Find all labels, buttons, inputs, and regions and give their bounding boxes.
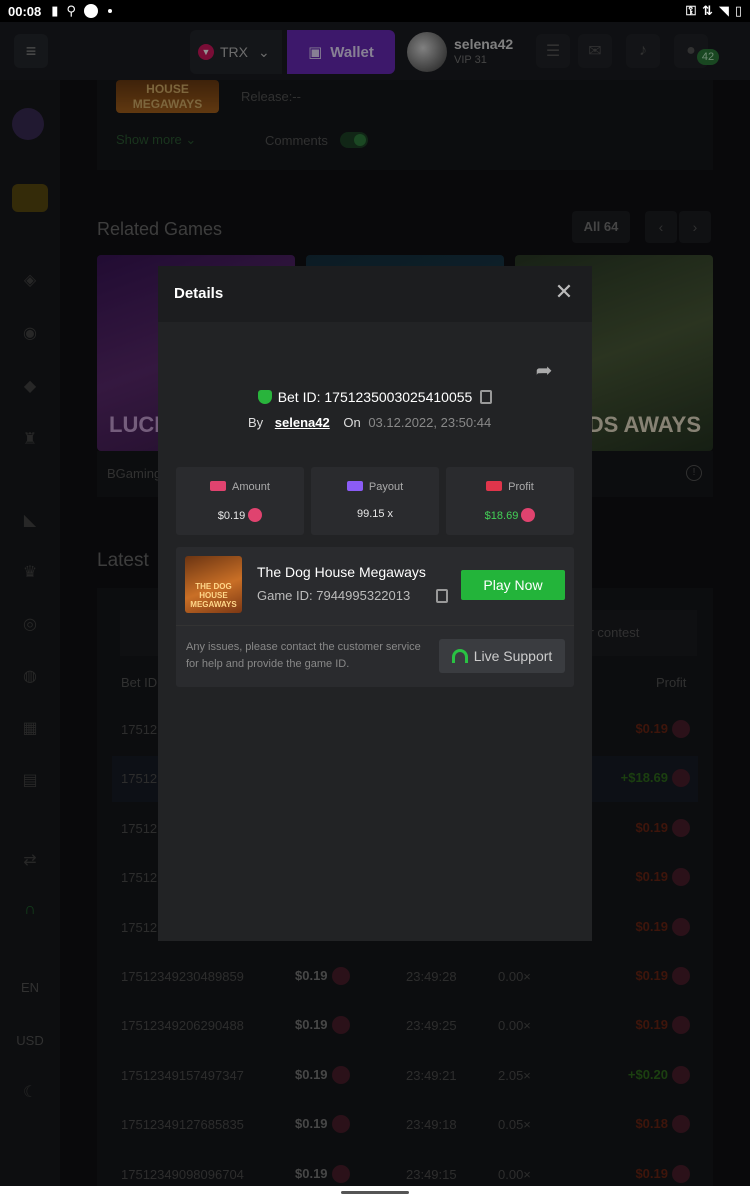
clock: 00:08 <box>8 3 42 19</box>
bet-details-modal: Details ✕ ➦ Bet ID: 1751235003025410055 … <box>158 266 592 941</box>
share-icon[interactable]: ➦ <box>532 359 556 383</box>
stat-value: $0.19 <box>217 510 246 522</box>
thumbnail-logo-text: THE DOG HOUSE MEGAWAYS <box>190 582 237 609</box>
notification-icon: ▮ <box>51 3 59 18</box>
stat-profit: Profit $18.69 <box>446 467 574 535</box>
copy-icon[interactable] <box>480 390 493 404</box>
stat-label: Payout <box>368 481 404 493</box>
stat-label: Amount <box>232 481 270 493</box>
support-note: Any issues, please contact the customer … <box>186 641 421 670</box>
more-notifications-icon <box>107 9 112 13</box>
stat-payout: Payout 99.15 x <box>311 467 439 535</box>
copy-icon[interactable] <box>436 589 448 603</box>
bet-id-line: Bet ID: 1751235003025410055 <box>158 389 592 405</box>
live-support-label: Live Support <box>473 648 553 664</box>
close-icon[interactable]: ✕ <box>554 281 574 303</box>
live-support-button[interactable]: Live Support <box>439 639 565 673</box>
trx-icon <box>521 508 536 522</box>
game-id: Game ID: 7944995322013 <box>257 588 411 603</box>
battery-icon: ▯ <box>734 3 742 18</box>
stat-value: 99.15 x <box>356 508 394 520</box>
modal-title: Details <box>174 285 224 302</box>
wifi-icon: ◥ <box>718 3 729 18</box>
money-icon <box>210 481 227 491</box>
game-name: The Dog House Megaways <box>257 564 426 580</box>
home-gesture-bar[interactable] <box>341 1191 409 1194</box>
by-label: By <box>248 415 264 430</box>
usb-icon: ⚲ <box>66 3 76 18</box>
bet-id: Bet ID: 1751235003025410055 <box>277 389 473 405</box>
divider <box>176 625 574 626</box>
stat-label: Profit <box>508 481 534 493</box>
stat-amount: Amount $0.19 <box>176 467 304 535</box>
headset-icon <box>451 649 468 663</box>
status-dot-icon <box>83 4 98 18</box>
bet-meta-line: By selena42 On 03.12.2022, 23:50:44 <box>248 415 491 430</box>
stat-value: $18.69 <box>484 510 519 522</box>
game-thumbnail[interactable]: THE DOG HOUSE MEGAWAYS <box>185 556 242 613</box>
data-icon: ⇅ <box>701 3 713 18</box>
on-label: On <box>343 415 361 430</box>
bet-date: 03.12.2022, 23:50:44 <box>368 415 492 430</box>
trx-icon <box>248 508 263 522</box>
play-now-button[interactable]: Play Now <box>461 570 565 600</box>
system-status-bar: 00:08 ▮ ⚲ ⚿ ⇅ ◥ ▯ <box>0 0 750 22</box>
card-icon <box>346 481 363 491</box>
bettor-username[interactable]: selena42 <box>275 415 330 430</box>
key-icon: ⚿ <box>686 3 696 18</box>
game-card: THE DOG HOUSE MEGAWAYS The Dog House Meg… <box>176 547 574 687</box>
profit-icon <box>486 481 503 491</box>
shield-check-icon <box>257 390 272 404</box>
modal-header: Details ✕ <box>158 266 592 322</box>
